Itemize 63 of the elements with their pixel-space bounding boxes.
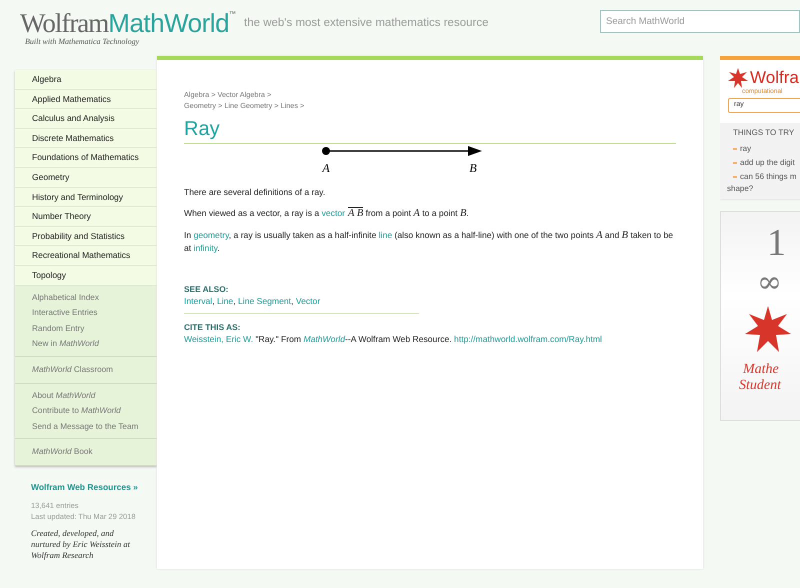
point-label: B [469,161,477,175]
section-heading: THINGS TO TRY [733,128,796,137]
sidebar-link[interactable]: MathWorld Classroom [15,360,157,379]
sidebar-link[interactable]: Geometry [15,168,157,188]
example-link[interactable]: ray [740,144,752,153]
search-field[interactable]: Search MathWorld [600,10,800,33]
sidebar-link[interactable]: Calculus and Analysis [15,109,157,129]
sidebar-link[interactable]: Topology [15,266,157,286]
citation: Weisstein, Eric W. "Ray." From MathWorld--A Wolfram Web Resource. http://mathworld.wolfram.com/Ray.html [184,333,603,345]
link[interactable]: Interval [184,296,212,306]
link[interactable]: http://mathworld.wolfram.com/Ray.html [454,334,602,344]
ad-number: 1 [767,224,786,262]
link[interactable]: geometry [194,230,229,240]
ad-caption: Student [739,378,781,394]
link[interactable]: MathWorld [303,334,345,344]
link[interactable]: Weisstein, Eric W. [184,334,254,344]
paragraph: In geometry, a ray is usually taken as a half-infinite line (also known as a half-line) with one of the two points A and B taken to be at infinity. [184,229,674,254]
link[interactable]: infinity [194,243,218,253]
sidebar-link[interactable]: Random Entry [15,320,157,336]
sidebar-link[interactable]: Probability and Statistics [15,226,157,246]
link[interactable]: vector [322,208,345,218]
star-logo-icon [745,306,791,352]
logo-wordmark: Wolfra [750,69,799,87]
example-link[interactable]: add up the digit [740,158,795,167]
sidebar-link[interactable]: MathWorld Book [15,443,157,462]
section-heading: SEE ALSO: [184,284,230,295]
bullet-icon [733,148,737,150]
sidebar-link[interactable]: Send a Message to the Team [15,418,157,434]
section-heading: CITE THIS AS: [184,322,242,333]
logo-subtitle: Built with Mathematica Technology [25,37,140,46]
ad-caption: Mathe [743,362,779,378]
credit-text: Created, developed, and nurtured by Eric Weisstein at Wolfram Research [31,528,132,562]
page-title: Ray [184,117,676,144]
sidebar-link[interactable]: Algebra [15,70,157,90]
bullet-icon [733,176,737,178]
point-label: A [322,161,330,175]
sidebar-link[interactable]: New in MathWorld [15,336,157,352]
star-logo-icon [728,68,748,88]
sidebar-link[interactable]: Interactive Entries [15,305,157,321]
link[interactable]: line [378,230,392,240]
logo-wordmark: Wolfram [20,8,108,38]
sidebar-link[interactable]: Contribute to MathWorld [15,403,157,419]
example-link[interactable]: can 56 things m [740,172,796,181]
example-link[interactable]: shape? [727,184,800,194]
tagline: the web's most extensive mathematics resource [244,17,488,29]
paragraph: There are several definitions of a ray. [184,186,326,198]
bullet-icon [733,162,737,164]
sidebar-link[interactable]: Recreational Mathematics [15,246,157,266]
resources-link[interactable]: Wolfram Web Resources » [31,482,157,492]
see-also-links: Interval, Line, Line Segment, Vector [184,295,419,314]
sidebar-link[interactable]: About MathWorld [15,388,157,404]
sidebar-link[interactable]: Discrete Mathematics [15,128,157,148]
link[interactable]: Line [216,296,234,306]
logo-product-name: MathWorld [108,8,230,38]
sidebar-link[interactable]: History and Terminology [15,188,157,208]
paragraph: When viewed as a vector, a ray is a vector A B from a point A to a point B. [184,207,470,220]
sidebar-link[interactable]: Applied Mathematics [15,90,157,110]
link[interactable]: Vector [296,296,320,306]
ad-symbol: ∞ [757,264,782,302]
sidebar-link[interactable]: Alphabetical Index [15,290,157,306]
link[interactable]: Line Segment [238,296,292,306]
sidebar-link[interactable]: Number Theory [15,207,157,227]
sidebar-link[interactable]: Foundations of Mathematics [15,148,157,168]
